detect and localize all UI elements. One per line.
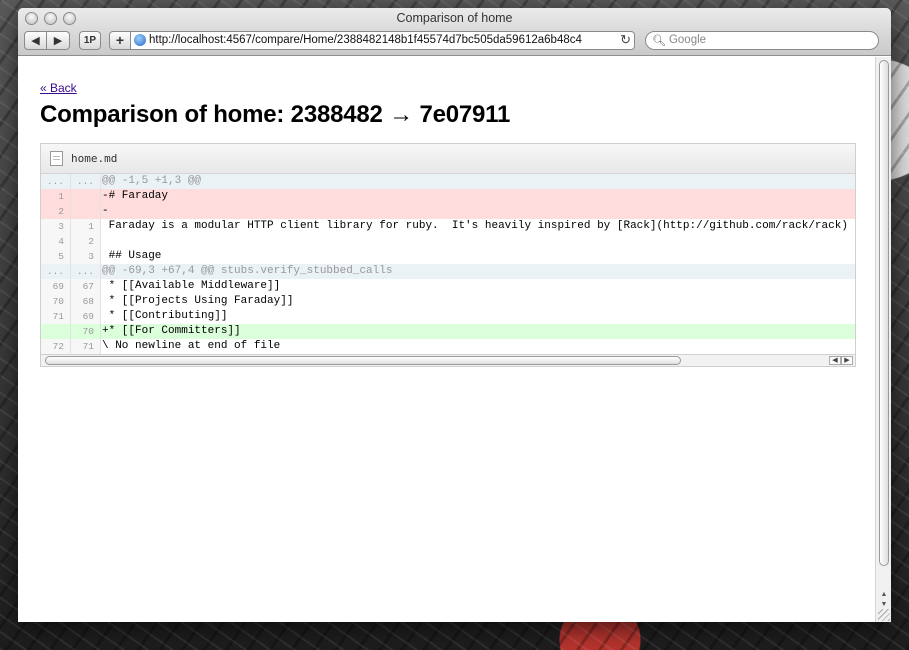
new-line-number: 1 <box>71 219 101 234</box>
browser-window: Comparison of home ◀ ▶ 1P + http://local… <box>18 8 891 622</box>
old-line-number: 71 <box>41 309 71 324</box>
old-line-number: 5 <box>41 249 71 264</box>
new-line-number: 67 <box>71 279 101 294</box>
search-placeholder: Google <box>668 34 707 46</box>
forward-arrow-icon: ▶ <box>53 34 63 47</box>
magnifier-icon: 🔍︎ <box>652 34 666 47</box>
search-field[interactable]: 🔍︎ Google <box>645 30 879 50</box>
diff-filename: home.md <box>71 152 118 165</box>
old-line-number: 70 <box>41 294 71 309</box>
back-link[interactable]: « Back <box>40 81 77 95</box>
old-line-number: 4 <box>41 234 71 249</box>
new-line-number: 70 <box>71 324 101 339</box>
scroll-right-icon[interactable]: ▶ <box>841 356 853 365</box>
new-line-number: 68 <box>71 294 101 309</box>
vertical-scroll-thumb[interactable] <box>879 60 889 566</box>
diff-rows: ...... @@ -1,5 +1,3 @@ 1 -# Faraday 2-3 1 Far… <box>41 174 855 354</box>
old-line-number: 69 <box>41 279 71 294</box>
resize-grip-icon[interactable] <box>878 609 890 621</box>
new-line-number: 3 <box>71 249 101 264</box>
diff-line-text: - <box>101 204 855 219</box>
diff-line-text: Faraday is a modular HTTP client library… <box>101 219 855 234</box>
vertical-scrollbar[interactable]: ▲ ▼ <box>875 57 891 622</box>
vertical-scroll-arrows[interactable]: ▲ ▼ <box>879 590 889 610</box>
onepassword-button[interactable]: 1P <box>79 30 101 50</box>
diff-line: 42 <box>41 234 855 249</box>
old-line-number: 2 <box>41 204 71 219</box>
new-line-number <box>71 204 101 219</box>
diff-line: 70 +* [[For Committers]] <box>41 324 855 339</box>
back-arrow-icon: ◀ <box>31 34 40 47</box>
diff-panel: home.md ...... @@ -1,5 +1,3 @@ 1 -# Faraday… <box>40 143 856 367</box>
new-line-number: 2 <box>71 234 101 249</box>
diff-line: 69 67 * [[Available Middleware]] <box>41 279 855 294</box>
url-text: http://localhost:4567/compare/Home/23884… <box>149 34 582 46</box>
diff-line-text: @@ -69,3 +67,4 @@ stubs.verify_stubbed_c… <box>101 264 855 279</box>
diff-file-header: home.md <box>41 144 855 174</box>
horizontal-scroll-thumb[interactable] <box>45 356 681 365</box>
diff-line-text: @@ -1,5 +1,3 @@ <box>101 174 855 189</box>
document-icon <box>50 151 63 166</box>
diff-line-text: * [[Projects Using Faraday]] <box>101 294 855 309</box>
diff-line: 71 69 * [[Contributing]] <box>41 309 855 324</box>
add-bookmark-button[interactable]: + <box>109 30 131 50</box>
diff-line: 53 ## Usage <box>41 249 855 264</box>
horizontal-scrollbar[interactable]: ◀ ▶ <box>41 354 855 366</box>
globe-icon <box>134 34 146 46</box>
diff-line-text: * [[Contributing]] <box>101 309 855 324</box>
diff-line-text: \ No newline at end of file <box>101 339 855 354</box>
forward-button[interactable]: ▶ <box>47 30 70 50</box>
back-button[interactable]: ◀ <box>24 30 47 50</box>
old-line-number <box>41 324 71 339</box>
diff-line-text: +* [[For Committers]] <box>101 324 855 339</box>
old-line-number: 3 <box>41 219 71 234</box>
diff-line-text <box>101 234 855 249</box>
new-line-number: 71 <box>71 339 101 354</box>
new-line-number <box>71 189 101 204</box>
new-line-number: ... <box>71 174 101 189</box>
nav-buttons: ◀ ▶ <box>24 30 70 50</box>
diff-line: 72 71 \ No newline at end of file <box>41 339 855 354</box>
new-line-number: 69 <box>71 309 101 324</box>
diff-hunk-header: ...... @@ -69,3 +67,4 @@ stubs.verify_stu… <box>41 264 855 279</box>
old-line-number: ... <box>41 174 71 189</box>
new-line-number: ... <box>71 264 101 279</box>
old-line-number: 72 <box>41 339 71 354</box>
diff-line-text: -# Faraday <box>101 189 855 204</box>
old-line-number: ... <box>41 264 71 279</box>
reload-icon[interactable]: ↻ <box>620 32 631 48</box>
horizontal-scroll-arrows: ◀ ▶ <box>829 356 853 365</box>
window-title: Comparison of home <box>396 11 513 25</box>
address-bar[interactable]: http://localhost:4567/compare/Home/23884… <box>131 30 635 50</box>
diff-line: 31 Faraday is a modular HTTP client libr… <box>41 219 855 234</box>
diff-line: 70 68 * [[Projects Using Faraday]] <box>41 294 855 309</box>
old-line-number: 1 <box>41 189 71 204</box>
diff-line-text: ## Usage <box>101 249 855 264</box>
diff-line: 2- <box>41 204 855 219</box>
scroll-left-icon[interactable]: ◀ <box>829 356 841 365</box>
browser-toolbar: ◀ ▶ 1P + http://localhost:4567/compare/H… <box>24 30 885 50</box>
titlebar: Comparison of home ◀ ▶ 1P + http://local… <box>18 8 891 56</box>
page-title: Comparison of home: 2388482 → 7e07911 <box>40 101 511 128</box>
page-content: « Back Comparison of home: 2388482 → 7e0… <box>18 57 875 622</box>
diff-hunk-header: ...... @@ -1,5 +1,3 @@ <box>41 174 855 189</box>
diff-line-text: * [[Available Middleware]] <box>101 279 855 294</box>
diff-line: 1 -# Faraday <box>41 189 855 204</box>
